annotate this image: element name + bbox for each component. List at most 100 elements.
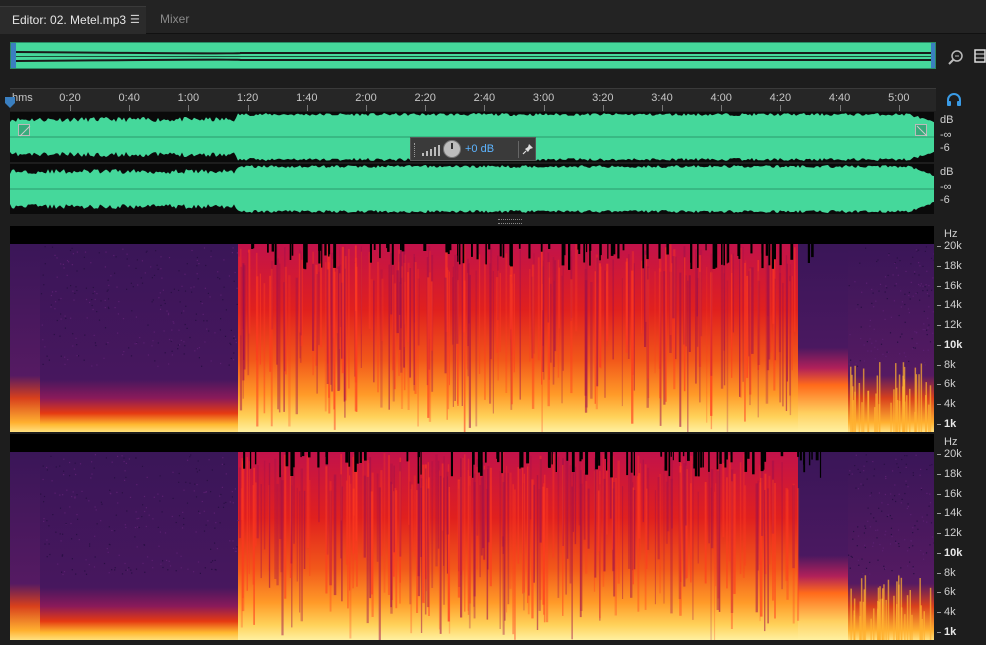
spectrum-noise: [917, 528, 919, 530]
spectrum-noise: [134, 536, 136, 538]
spectrum-noise: [84, 334, 86, 336]
spectrum-noise: [43, 501, 45, 503]
tab-mixer[interactable]: Mixer: [150, 6, 230, 33]
spectrum-noise: [107, 279, 109, 281]
spectrum-noise: [887, 274, 889, 276]
spectrum-noise: [206, 328, 208, 330]
spectrum-noise: [183, 353, 185, 355]
spectrum-noise: [899, 472, 901, 474]
spectral-scale-label: 4k: [944, 398, 956, 411]
hamburger-icon[interactable]: ☰: [130, 7, 140, 34]
spectrum-noise: [59, 533, 61, 535]
spectrum-noise: [168, 257, 171, 259]
spectrum-noise: [203, 247, 206, 249]
fade-in-handle[interactable]: [18, 124, 31, 137]
overview-waveform[interactable]: [10, 42, 936, 69]
gain-knob[interactable]: [443, 140, 461, 158]
tab-editor[interactable]: Editor: 02. Metel.mp3 ☰: [0, 6, 146, 34]
spectrum-noise: [224, 335, 227, 337]
spectrum-noise: [223, 259, 225, 261]
fade-out-handle[interactable]: [915, 124, 928, 137]
spectrum-noise: [153, 331, 155, 333]
spectrum-noise: [159, 292, 161, 294]
spectrum-noise: [927, 327, 929, 329]
spectrum-streak: [457, 479, 461, 598]
spectrum-noise: [64, 315, 66, 317]
playhead-marker[interactable]: [4, 97, 16, 109]
spectrum-noise: [849, 470, 851, 472]
spectrum-noise: [71, 538, 73, 540]
spectrum-noise: [912, 527, 914, 529]
overview-left-handle[interactable]: [11, 43, 16, 68]
spectrum-noise: [907, 565, 909, 567]
spectrum-noise: [914, 331, 916, 333]
ruler-label: 3:20: [592, 92, 614, 104]
spectral-display-channel-2[interactable]: [10, 434, 934, 640]
waveform-channel-2[interactable]: [10, 164, 934, 214]
spectrum-noise: [863, 465, 865, 467]
spectrum-noise: [50, 306, 52, 308]
gain-value[interactable]: +0 dB: [465, 143, 494, 155]
spectrum-gap: [566, 452, 569, 461]
spectrum-streak: [552, 454, 555, 558]
spectrum-gap: [687, 452, 690, 461]
spectrum-noise: [64, 512, 66, 514]
spectrum-noise: [76, 355, 78, 357]
spectrum-gap: [660, 452, 663, 457]
spectrum-streak: [628, 454, 631, 569]
spectrum-noise: [926, 329, 928, 331]
spectrum-noise: [141, 465, 144, 467]
spectrum-noise: [884, 276, 887, 278]
spectrum-noise: [223, 286, 225, 288]
spectrum-gap: [583, 244, 586, 263]
view-splitter[interactable]: [10, 217, 934, 225]
spectrum-noise: [136, 518, 138, 520]
spectrum-noise: [63, 470, 65, 472]
spectrum-streak: [306, 455, 309, 549]
spectrum-noise: [173, 322, 175, 324]
spectrum-streak: [785, 487, 788, 581]
spectrum-gap: [604, 452, 607, 459]
pin-icon[interactable]: [522, 143, 534, 155]
spectrum-noise: [71, 247, 73, 249]
spectrum-streak: [792, 485, 795, 569]
spectrum-noise: [94, 290, 96, 293]
spectrum-gap: [612, 244, 616, 255]
spectrum-noise: [94, 454, 96, 456]
overview-right-handle[interactable]: [931, 43, 935, 68]
spectrum-noise: [169, 565, 172, 567]
spectrum-noise: [879, 544, 881, 546]
spectrum-noise: [889, 543, 892, 545]
spectrum-noise: [114, 567, 116, 569]
spectrum-noise: [894, 484, 896, 486]
spectrum-noise: [135, 568, 138, 570]
spectrum-streak: [407, 262, 410, 410]
panel-menu-icon[interactable]: [974, 48, 986, 64]
spectrum-noise: [193, 286, 195, 288]
spectrum-streak: [309, 480, 311, 576]
spectrum-noise: [237, 519, 239, 522]
time-ruler[interactable]: hms 0:20 0:40 1:00 1:20 1:40 2:00 2:20 2:40 3:00…: [10, 88, 936, 111]
spectrum-noise: [877, 529, 879, 531]
spectrum-noise: [896, 463, 898, 465]
spectrum-noise: [897, 341, 899, 343]
spectrum-spike: [873, 608, 875, 640]
spectrum-noise: [862, 484, 864, 486]
hud-grip[interactable]: [414, 143, 418, 157]
gain-hud[interactable]: +0 dB: [410, 137, 536, 161]
zoom-icon[interactable]: [946, 47, 966, 67]
spectral-display-channel-1[interactable]: [10, 226, 934, 432]
spectrum-streak: [426, 488, 430, 608]
spectrum-noise: [888, 253, 890, 255]
spectrum-streak: [448, 492, 451, 634]
spectrum-noise: [888, 254, 890, 256]
spectrum-streak: [659, 258, 662, 399]
spectrum-noise: [876, 537, 878, 539]
spectrum-spike: [851, 374, 853, 432]
spectrum-noise: [114, 569, 116, 571]
spectrum-noise: [866, 282, 868, 284]
tab-editor-label: Editor: 02. Metel.mp3: [12, 13, 127, 27]
headphone-icon[interactable]: [946, 93, 962, 107]
spectrum-noise: [856, 545, 858, 547]
spectrum-streak: [546, 487, 549, 623]
